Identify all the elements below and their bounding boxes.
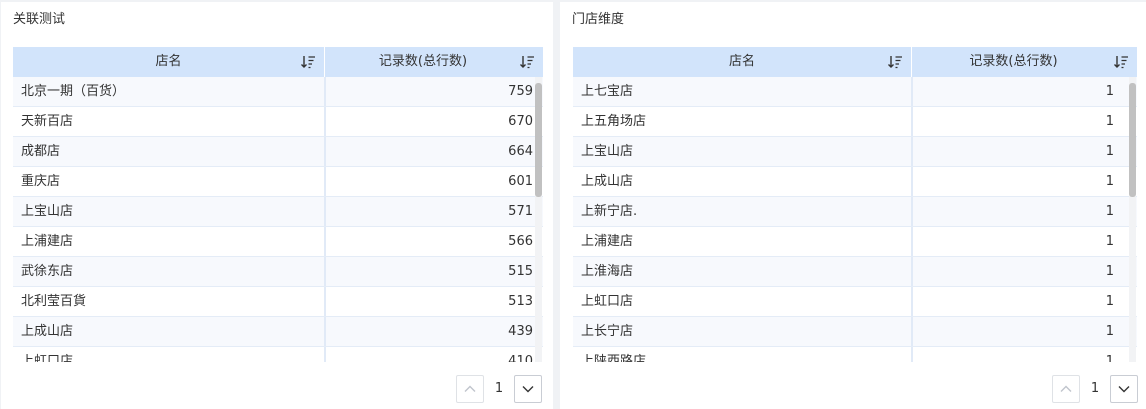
column-header-label: 记录数(总行数) (969, 54, 1058, 69)
scrollbar-thumb[interactable] (535, 83, 542, 197)
previous-page-button[interactable] (1052, 375, 1080, 403)
cell-record-count: 571 (324, 197, 543, 226)
cell-store-name: 上成山店 (21, 324, 74, 339)
cell-record-count: 439 (324, 317, 543, 346)
data-table: 店名 记录数(总行数) 北京一期（百货） 759 天新百店 670 成都店 664 重… (13, 47, 543, 362)
table-row[interactable]: 上成山店 439 (13, 317, 543, 347)
vertical-scrollbar[interactable] (535, 77, 542, 362)
cell-record-count: 1 (911, 77, 1124, 106)
table-row[interactable]: 武徐东店 515 (13, 257, 543, 287)
cell-record-count: 601 (324, 167, 543, 196)
chevron-up-icon (464, 385, 476, 392)
table-row[interactable]: 上陕西路店 1 (573, 347, 1137, 362)
cell-record-count: 1 (911, 137, 1124, 166)
table-row[interactable]: 上淮海店 1 (573, 257, 1137, 287)
cell-record-count: 1 (911, 287, 1124, 316)
table-header: 店名 记录数(总行数) (13, 47, 543, 77)
cell-record-count: 1 (911, 257, 1124, 286)
cell-store-name: 上成山店 (581, 174, 634, 189)
cell-record-count: 670 (324, 107, 543, 136)
table-row[interactable]: 上虹口店 1 (573, 287, 1137, 317)
column-header-store-name[interactable]: 店名 (573, 47, 911, 77)
panel-relation-test: 关联测试 店名 记录数(总行数) 北京一期（百货） 759 天新百店 670 成都店 (1, 2, 553, 409)
vertical-scrollbar[interactable] (1129, 77, 1136, 362)
cell-record-count: 759 (324, 77, 543, 106)
sort-descending-icon[interactable] (519, 54, 535, 70)
cell-store-name: 上长宁店 (581, 324, 634, 339)
cell-record-count: 664 (324, 137, 543, 166)
cell-store-name: 上陕西路店 (581, 354, 647, 362)
table-row[interactable]: 上浦建店 1 (573, 227, 1137, 257)
chevron-down-icon (522, 386, 534, 393)
next-page-button[interactable] (514, 375, 542, 403)
cell-store-name: 上宝山店 (581, 144, 634, 159)
cell-store-name: 上虹口店 (21, 354, 74, 362)
cell-store-name: 上宝山店 (21, 204, 74, 219)
sort-descending-icon[interactable] (1113, 54, 1129, 70)
cell-store-name: 上虹口店 (581, 294, 634, 309)
cell-record-count: 1 (911, 107, 1124, 136)
current-page-number: 1 (1090, 381, 1100, 396)
chevron-up-icon (1060, 385, 1072, 392)
cell-store-name: 武徐东店 (21, 264, 74, 279)
table-row[interactable]: 重庆店 601 (13, 167, 543, 197)
cell-store-name: 成都店 (21, 144, 61, 159)
cell-store-name: 上浦建店 (581, 234, 634, 249)
table-row[interactable]: 上成山店 1 (573, 167, 1137, 197)
table-row[interactable]: 北利莹百貨 513 (13, 287, 543, 317)
panel-title: 门店维度 (572, 12, 625, 27)
table-row[interactable]: 上宝山店 571 (13, 197, 543, 227)
cell-store-name: 上新宁店. (581, 204, 638, 219)
previous-page-button[interactable] (456, 375, 484, 403)
table-body: 北京一期（百货） 759 天新百店 670 成都店 664 重庆店 601 上宝山店 57… (13, 77, 543, 362)
table-header: 店名 记录数(总行数) (573, 47, 1137, 77)
cell-store-name: 上五角场店 (581, 114, 647, 129)
table-row[interactable]: 天新百店 670 (13, 107, 543, 137)
cell-store-name: 北京一期（百货） (21, 84, 126, 99)
chevron-down-icon (1118, 386, 1130, 393)
cell-record-count: 513 (324, 287, 543, 316)
table-row[interactable]: 上新宁店. 1 (573, 197, 1137, 227)
scrollbar-thumb[interactable] (1129, 83, 1136, 197)
table-row[interactable]: 上长宁店 1 (573, 317, 1137, 347)
panel-title: 关联测试 (13, 12, 66, 27)
table-row[interactable]: 上宝山店 1 (573, 137, 1137, 167)
cell-store-name: 重庆店 (21, 174, 61, 189)
next-page-button[interactable] (1110, 375, 1138, 403)
cell-record-count: 1 (911, 167, 1124, 196)
table-row[interactable]: 上浦建店 566 (13, 227, 543, 257)
cell-record-count: 1 (911, 347, 1124, 362)
table-row[interactable]: 上虹口店 410 (13, 347, 543, 362)
cell-record-count: 515 (324, 257, 543, 286)
cell-record-count: 1 (911, 317, 1124, 346)
cell-record-count: 566 (324, 227, 543, 256)
table-row[interactable]: 上五角场店 1 (573, 107, 1137, 137)
table-row[interactable]: 北京一期（百货） 759 (13, 77, 543, 107)
column-header-label: 店名 (728, 54, 755, 69)
cell-store-name: 天新百店 (21, 114, 74, 129)
column-header-record-count[interactable]: 记录数(总行数) (324, 47, 543, 77)
cell-record-count: 1 (911, 227, 1124, 256)
table-row[interactable]: 成都店 664 (13, 137, 543, 167)
panel-store-dimension: 门店维度 店名 记录数(总行数) 上七宝店 1 上五角场店 1 上宝山店 1 上… (560, 2, 1146, 409)
cell-record-count: 1 (911, 197, 1124, 226)
cell-store-name: 上浦建店 (21, 234, 74, 249)
current-page-number: 1 (494, 381, 504, 396)
table-row[interactable]: 上七宝店 1 (573, 77, 1137, 107)
sort-descending-icon[interactable] (300, 54, 316, 70)
table-body: 上七宝店 1 上五角场店 1 上宝山店 1 上成山店 1 上新宁店. 1 上浦建店 1 上淮… (573, 77, 1137, 362)
data-table: 店名 记录数(总行数) 上七宝店 1 上五角场店 1 上宝山店 1 上成山店 1 上新宁… (573, 47, 1137, 362)
column-header-store-name[interactable]: 店名 (13, 47, 324, 77)
cell-record-count: 410 (324, 347, 543, 362)
cell-store-name: 上七宝店 (581, 84, 634, 99)
column-header-label: 记录数(总行数) (378, 54, 468, 69)
cell-store-name: 上淮海店 (581, 264, 634, 279)
sort-descending-icon[interactable] (887, 54, 903, 70)
column-header-record-count[interactable]: 记录数(总行数) (911, 47, 1137, 77)
column-header-label: 店名 (155, 54, 182, 69)
cell-store-name: 北利莹百貨 (21, 294, 87, 309)
